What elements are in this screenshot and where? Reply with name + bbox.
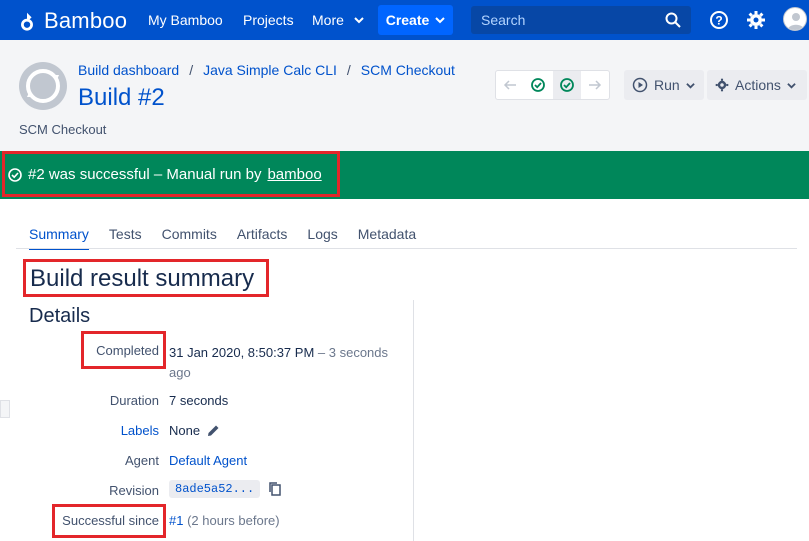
chevron-down-icon [787, 82, 796, 89]
highlight-box [52, 504, 166, 538]
successful-since-relative: (2 hours before) [187, 513, 280, 528]
successful-since-value: #1 (2 hours before) [169, 513, 280, 528]
user-icon [788, 13, 804, 30]
bamboo-logo[interactable]: Bamboo [16, 8, 127, 34]
details-heading: Details [29, 305, 91, 327]
sidebar-toggle-handle[interactable] [0, 400, 10, 418]
nav-more[interactable]: More [312, 12, 364, 28]
play-icon [632, 77, 648, 93]
bamboo-icon [21, 12, 33, 31]
chevron-down-icon [354, 12, 364, 28]
successful-since-link[interactable]: #1 [169, 513, 183, 528]
tab-commits[interactable]: Commits [162, 226, 217, 250]
tab-tests[interactable]: Tests [109, 226, 142, 250]
search-input[interactable]: Search [471, 6, 691, 34]
build-1-button[interactable] [524, 71, 552, 99]
revision-label: Revision [109, 483, 159, 498]
create-button[interactable]: Create [378, 5, 453, 35]
breadcrumb-separator: / [189, 62, 194, 78]
completed-relative: – 3 seconds [317, 345, 389, 360]
breadcrumb-plan[interactable]: Java Simple Calc CLI [203, 62, 337, 78]
chevron-down-icon [435, 17, 446, 24]
breadcrumb-job[interactable]: SCM Checkout [361, 62, 455, 78]
svg-text:?: ? [715, 14, 722, 28]
tab-divider [16, 248, 797, 249]
copy-icon[interactable] [268, 481, 282, 497]
nav-my-bamboo[interactable]: My Bamboo [148, 12, 223, 28]
gear-icon [715, 78, 729, 92]
user-avatar[interactable] [783, 7, 807, 31]
agent-link[interactable]: Default Agent [169, 453, 247, 468]
column-divider [413, 300, 414, 541]
nav-projects[interactable]: Projects [243, 12, 294, 28]
tab-artifacts[interactable]: Artifacts [237, 226, 288, 250]
create-button-label: Create [385, 12, 430, 28]
pencil-icon[interactable] [206, 424, 220, 438]
tab-summary[interactable]: Summary [29, 226, 89, 250]
completed-value: 31 Jan 2020, 8:50:37 PM – 3 seconds ago [169, 343, 409, 383]
arrow-left-icon [504, 80, 517, 90]
breadcrumb: Build dashboard / Java Simple Calc CLI /… [78, 62, 455, 78]
chevron-down-icon [685, 82, 695, 89]
labels-label[interactable]: Labels [60, 423, 159, 438]
success-check-icon [531, 78, 546, 92]
next-build-button[interactable] [581, 71, 609, 99]
arrow-right-icon [588, 80, 601, 90]
page-subtitle: SCM Checkout [19, 122, 107, 137]
nav-more-label: More [312, 12, 344, 28]
actions-button-label: Actions [735, 77, 781, 93]
duration-value: 7 seconds [169, 393, 229, 408]
summary-title: Build result summary [23, 259, 269, 297]
labels-value: None [169, 423, 220, 438]
page-title: Build #2 [78, 84, 165, 111]
previous-build-button[interactable] [496, 71, 524, 99]
help-icon[interactable]: ? [709, 10, 729, 30]
completed-date: 31 Jan 2020, 8:50:37 PM [169, 345, 315, 360]
search-icon [665, 12, 681, 28]
gear-icon[interactable] [746, 10, 766, 30]
highlight-box [81, 331, 166, 369]
top-navigation-bar: Bamboo My Bamboo Projects More Create Se… [0, 0, 809, 40]
tab-metadata[interactable]: Metadata [358, 226, 416, 250]
tab-logs[interactable]: Logs [307, 226, 337, 250]
build-2-button[interactable] [552, 71, 581, 99]
build-status-icon [19, 62, 67, 110]
duration-label: Duration [109, 393, 159, 408]
run-button-label: Run [654, 77, 680, 93]
revision-value: 8ade5a52... [169, 480, 282, 498]
app-name: Bamboo [44, 8, 128, 33]
actions-button[interactable]: Actions [707, 70, 807, 100]
search-placeholder: Search [481, 12, 526, 28]
agent-label: Agent [125, 453, 159, 468]
run-button[interactable]: Run [624, 70, 704, 100]
labels-text: None [169, 423, 201, 438]
revision-hash[interactable]: 8ade5a52... [169, 480, 261, 498]
success-check-icon [559, 78, 574, 92]
breadcrumb-build-dashboard[interactable]: Build dashboard [78, 62, 179, 78]
breadcrumb-separator: / [346, 62, 351, 78]
completed-relative-suffix: ago [169, 365, 191, 380]
build-navigation [495, 70, 610, 100]
highlight-box [2, 151, 340, 197]
result-tabs: Summary Tests Commits Artifacts Logs Met… [29, 226, 436, 250]
